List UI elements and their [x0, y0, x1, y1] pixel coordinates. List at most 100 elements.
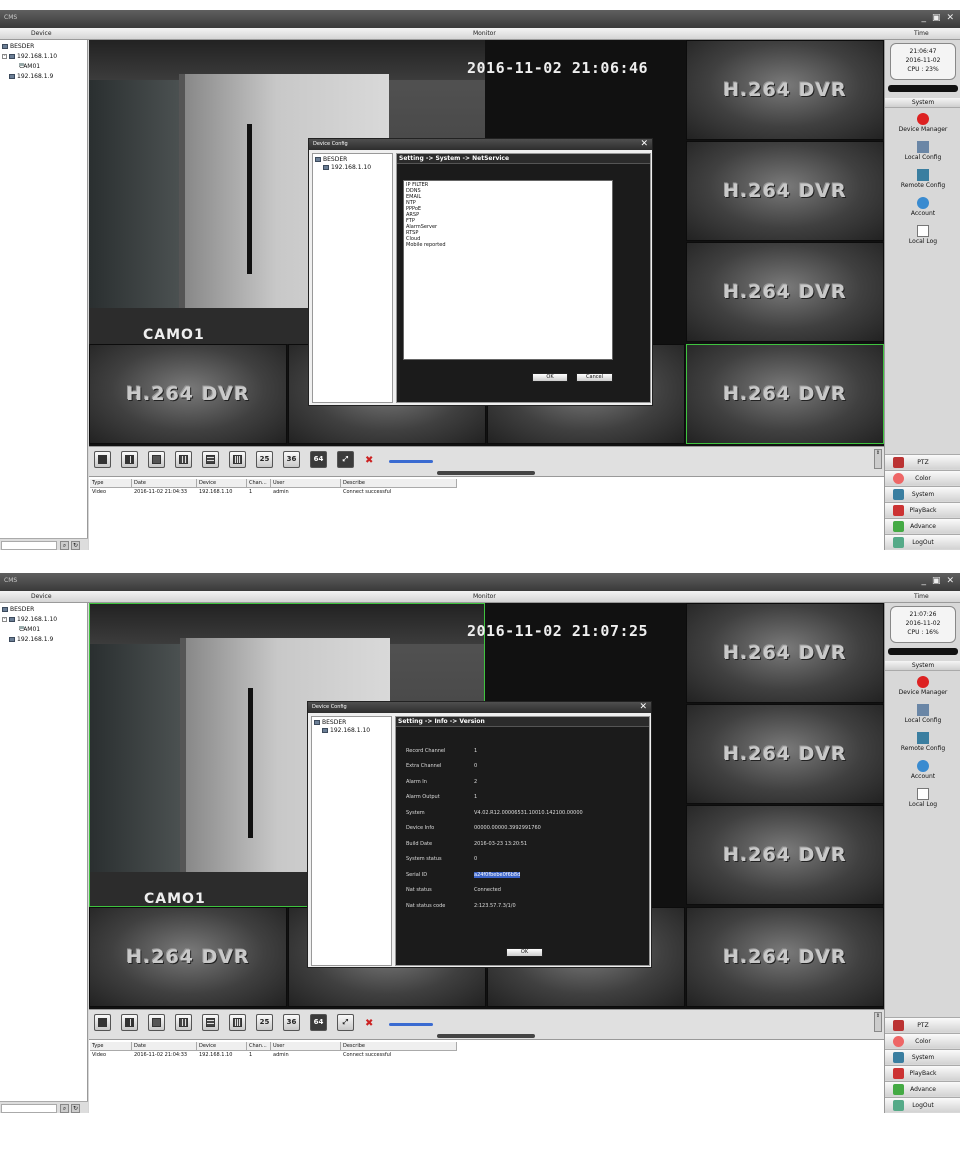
maximize-icon[interactable]: ▣: [932, 576, 941, 586]
ok-button[interactable]: OK: [506, 948, 543, 957]
layout-64-button[interactable]: 64: [310, 1014, 327, 1031]
col-header[interactable]: Chan...: [247, 479, 271, 488]
device-manager-button[interactable]: Device Manager: [885, 113, 960, 133]
tree-camera[interactable]: CAM01: [19, 626, 40, 633]
toolbar-scroll-icon[interactable]: ⇕: [874, 449, 882, 469]
system-nav-button[interactable]: System: [885, 1049, 960, 1064]
col-header[interactable]: Date: [132, 479, 197, 488]
video-tile-selected[interactable]: H.264 DVR: [686, 344, 884, 444]
layout-36-button[interactable]: 36: [283, 1014, 300, 1031]
video-tile[interactable]: H.264 DVR: [89, 344, 287, 444]
tree-device-2[interactable]: 192.168.1.9: [9, 73, 53, 80]
layout-16-button[interactable]: [229, 451, 246, 468]
col-header[interactable]: Type: [90, 1042, 132, 1051]
layout-9-button[interactable]: [202, 451, 219, 468]
col-header[interactable]: Describe: [341, 479, 457, 488]
layout-25-button[interactable]: 25: [256, 451, 273, 468]
account-button[interactable]: Account: [885, 197, 960, 217]
video-tile[interactable]: H.264 DVR: [686, 141, 884, 241]
dialog-close-icon[interactable]: ✕: [639, 702, 647, 713]
playback-nav-button[interactable]: PlayBack: [885, 502, 960, 517]
logout-nav-button[interactable]: LogOut: [885, 534, 960, 549]
tree-camera[interactable]: CAM01: [19, 63, 40, 70]
local-log-button[interactable]: Local Log: [885, 225, 960, 245]
fullscreen-button[interactable]: ⤢: [337, 451, 354, 468]
netservice-list[interactable]: IP FILTER DDNS EMAIL NTP PPPoE ARSP FTP …: [403, 180, 613, 360]
ptz-nav-button[interactable]: PTZ: [885, 1017, 960, 1032]
layout-6-button[interactable]: [148, 1014, 165, 1031]
layout-1-button[interactable]: [94, 1014, 111, 1031]
tree-device-1[interactable]: -192.168.1.10: [2, 53, 57, 60]
device-manager-button[interactable]: Device Manager: [885, 676, 960, 696]
video-tile[interactable]: H.264 DVR: [89, 907, 287, 1007]
video-tile[interactable]: H.264 DVR: [686, 40, 884, 140]
volume-slider[interactable]: [389, 460, 433, 463]
log-panel-toggle[interactable]: [437, 471, 535, 475]
log-panel-toggle[interactable]: [437, 1034, 535, 1038]
layout-4-button[interactable]: [121, 1014, 138, 1031]
layout-36-button[interactable]: 36: [283, 451, 300, 468]
ok-button[interactable]: OK: [532, 373, 568, 382]
col-header[interactable]: Describe: [341, 1042, 457, 1051]
layout-6-button[interactable]: [148, 451, 165, 468]
remote-config-button[interactable]: Remote Config: [885, 169, 960, 189]
playback-nav-button[interactable]: PlayBack: [885, 1065, 960, 1080]
dialog-tree-root[interactable]: BESDER: [315, 156, 347, 163]
close-icon[interactable]: ✕: [946, 13, 954, 23]
device-search-input[interactable]: [1, 1104, 57, 1113]
layout-1-button[interactable]: [94, 451, 111, 468]
col-header[interactable]: User: [271, 479, 341, 488]
advance-nav-button[interactable]: Advance: [885, 1081, 960, 1096]
device-search-input[interactable]: [1, 541, 57, 550]
logout-nav-button[interactable]: LogOut: [885, 1097, 960, 1112]
serial-id-value[interactable]: a24f0fbebe0f6b8d: [474, 872, 521, 878]
volume-slider[interactable]: [389, 1023, 433, 1026]
refresh-icon[interactable]: ↻: [71, 1104, 80, 1113]
video-tile[interactable]: H.264 DVR: [686, 242, 884, 342]
dialog-close-icon[interactable]: ✕: [640, 139, 648, 150]
minimize-icon[interactable]: _: [921, 576, 926, 586]
col-header[interactable]: Device: [197, 1042, 247, 1051]
mute-icon[interactable]: ✖: [365, 1018, 373, 1029]
toolbar-scroll-icon[interactable]: ⇕: [874, 1012, 882, 1032]
search-icon[interactable]: ⌕: [60, 1104, 69, 1113]
layout-8-button[interactable]: [175, 451, 192, 468]
tree-device-1[interactable]: -192.168.1.10: [2, 616, 57, 623]
layout-16-button[interactable]: [229, 1014, 246, 1031]
layout-64-button[interactable]: 64: [310, 451, 327, 468]
dialog-tree-device[interactable]: 192.168.1.10: [323, 164, 371, 171]
search-icon[interactable]: ⌕: [60, 541, 69, 550]
layout-8-button[interactable]: [175, 1014, 192, 1031]
maximize-icon[interactable]: ▣: [932, 13, 941, 23]
collapse-icon[interactable]: -: [2, 617, 7, 622]
account-button[interactable]: Account: [885, 760, 960, 780]
minimize-icon[interactable]: _: [921, 13, 926, 23]
dialog-tree-device[interactable]: 192.168.1.10: [322, 727, 370, 734]
netservice-item[interactable]: Mobile reported: [406, 242, 446, 248]
color-nav-button[interactable]: Color: [885, 1033, 960, 1048]
dialog-tree-root[interactable]: BESDER: [314, 719, 346, 726]
layout-4-button[interactable]: [121, 451, 138, 468]
tree-root[interactable]: BESDER: [2, 606, 34, 613]
mute-icon[interactable]: ✖: [365, 455, 373, 466]
fullscreen-button[interactable]: ⤢: [337, 1014, 354, 1031]
collapse-icon[interactable]: -: [2, 54, 7, 59]
col-header[interactable]: Device: [197, 479, 247, 488]
video-tile[interactable]: H.264 DVR: [686, 704, 884, 804]
local-config-button[interactable]: Local Config: [885, 141, 960, 161]
video-tile[interactable]: H.264 DVR: [686, 603, 884, 703]
col-header[interactable]: Type: [90, 479, 132, 488]
col-header[interactable]: Chan...: [247, 1042, 271, 1051]
tree-root[interactable]: BESDER: [2, 43, 34, 50]
remote-config-button[interactable]: Remote Config: [885, 732, 960, 752]
video-tile[interactable]: H.264 DVR: [686, 805, 884, 905]
col-header[interactable]: Date: [132, 1042, 197, 1051]
ptz-nav-button[interactable]: PTZ: [885, 454, 960, 469]
advance-nav-button[interactable]: Advance: [885, 518, 960, 533]
layout-25-button[interactable]: 25: [256, 1014, 273, 1031]
color-nav-button[interactable]: Color: [885, 470, 960, 485]
close-icon[interactable]: ✕: [946, 576, 954, 586]
col-header[interactable]: User: [271, 1042, 341, 1051]
local-config-button[interactable]: Local Config: [885, 704, 960, 724]
local-log-button[interactable]: Local Log: [885, 788, 960, 808]
